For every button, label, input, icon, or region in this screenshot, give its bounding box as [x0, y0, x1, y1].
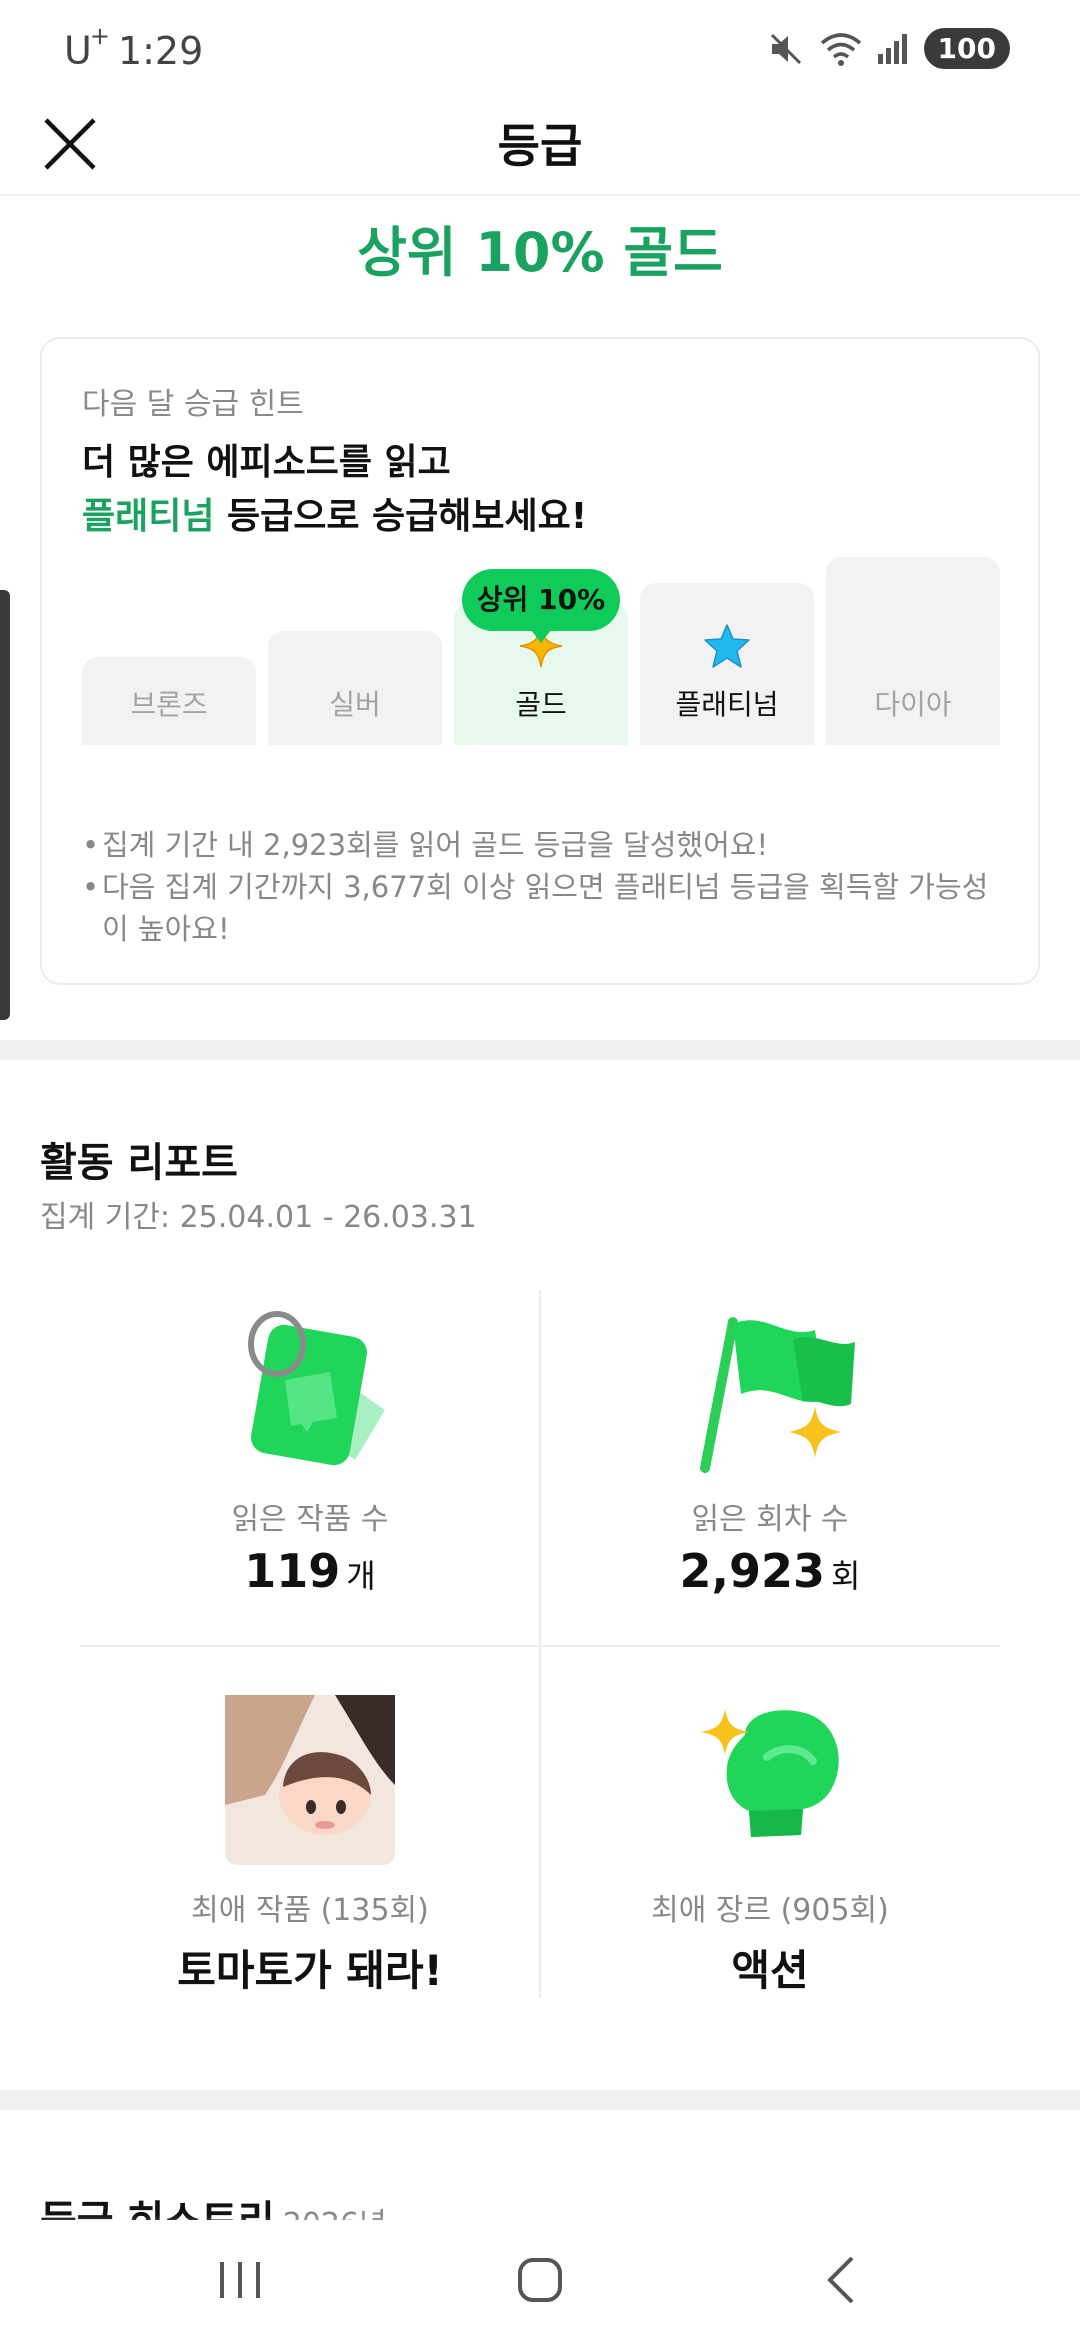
works-read-stat: 읽은 작품 수 119 개 [80, 1300, 540, 1598]
platinum-star-icon [704, 624, 750, 668]
favorite-work-thumbnail[interactable] [225, 1695, 395, 1865]
boxing-glove-icon [701, 1709, 839, 1837]
favorite-work-stat[interactable]: 최애 작품 (135회) 토마토가 돼라! [80, 1695, 540, 1998]
favorite-work-title: 토마토가 돼라! [177, 1946, 443, 1995]
section-divider [0, 1040, 1080, 1060]
flag-icon [700, 1317, 855, 1473]
mute-icon [770, 33, 801, 64]
tier-diamond: 다이아 [826, 557, 1000, 745]
hint-notes: 집계 기간 내 2,923회를 읽어 골드 등급을 달성했어요! 다음 집계 기… [82, 824, 1012, 950]
page-title: 등급 [497, 119, 583, 173]
carrier-label: U [64, 28, 92, 73]
recent-apps-button[interactable] [200, 2250, 280, 2310]
hint-label: 다음 달 승급 힌트 [82, 387, 304, 422]
next-tier-name: 플래티넘 [82, 496, 215, 537]
activity-report-grid: 읽은 작품 수 119 개 읽은 회차 수 2,923 회 최애 작품 (135회)… [80, 1290, 1000, 1998]
back-button[interactable] [800, 2250, 880, 2310]
works-read-number: 119 [244, 1544, 341, 1598]
episodes-read-stat: 읽은 회차 수 2,923 회 [540, 1300, 1000, 1598]
section-divider [0, 2090, 1080, 2110]
works-read-value: 119 개 [80, 1544, 540, 1598]
tier-label: 실버 [329, 688, 381, 721]
hint-note: 집계 기간 내 2,923회를 읽어 골드 등급을 달성했어요! [82, 824, 1012, 866]
promotion-hint-card: 다음 달 승급 힌트 더 많은 에피소드를 읽고 플래티넘 등급으로 승급해보세… [40, 337, 1040, 985]
hint-note: 다음 집계 기간까지 3,677회 이상 읽으면 플래티넘 등급을 획득할 가능… [82, 866, 1012, 950]
carrier-and-clock: U+ 1:29 [64, 22, 204, 73]
works-read-unit: 개 [346, 1557, 376, 1595]
current-grade-title: 상위 10% 골드 [357, 221, 723, 284]
episodes-read-number: 2,923 [679, 1544, 826, 1598]
activity-report-title: 활동 리포트 [40, 1140, 238, 1186]
works-read-label: 읽은 작품 수 [231, 1502, 389, 1537]
tier-silver: 실버 [268, 631, 442, 745]
signal-icon [877, 33, 907, 64]
status-bar: U+ 1:29 100 [0, 0, 1080, 100]
episodes-read-value: 2,923 회 [540, 1544, 1000, 1598]
episodes-read-unit: 회 [831, 1557, 861, 1595]
favorite-genre-name: 액션 [731, 1946, 809, 1995]
favorite-genre-stat: 최애 장르 (905회) 액션 [540, 1695, 1000, 1998]
tier-label: 브론즈 [130, 688, 208, 721]
report-period: 집계 기간: 25.04.01 - 26.03.31 [40, 1200, 477, 1235]
tier-label: 다이아 [874, 688, 952, 721]
favorite-work-label: 최애 작품 (135회) [191, 1893, 429, 1928]
battery-indicator: 100 [923, 28, 1010, 69]
wifi-icon [820, 32, 861, 66]
episodes-read-label: 읽은 회차 수 [691, 1502, 849, 1537]
hint-headline-line1: 더 많은 에피소드를 읽고 [82, 442, 451, 483]
tier-label: 플래티넘 [675, 688, 779, 721]
system-navigation-bar [0, 2220, 1080, 2340]
tier-bronze: 브론즈 [82, 657, 256, 745]
tier-platinum: 플래티넘 [640, 583, 814, 745]
card-tag-icon [248, 1311, 385, 1466]
favorite-genre-label: 최애 장르 (905회) [651, 1893, 889, 1928]
edge-panel-handle[interactable] [0, 590, 10, 1020]
app-bar: 등급 [0, 100, 1080, 196]
clock: 1:29 [117, 28, 204, 73]
status-icons: 100 [766, 28, 1010, 69]
tier-label: 골드 [515, 688, 567, 721]
hint-headline-line2: 플래티넘 등급으로 승급해보세요! [82, 487, 587, 539]
carrier-plus: + [89, 22, 110, 50]
grid-divider-horizontal [80, 1645, 1000, 1647]
home-button[interactable] [500, 2250, 580, 2310]
hint-headline-rest: 등급으로 승급해보세요! [214, 496, 588, 537]
current-rank-badge: 상위 10% [462, 569, 620, 643]
